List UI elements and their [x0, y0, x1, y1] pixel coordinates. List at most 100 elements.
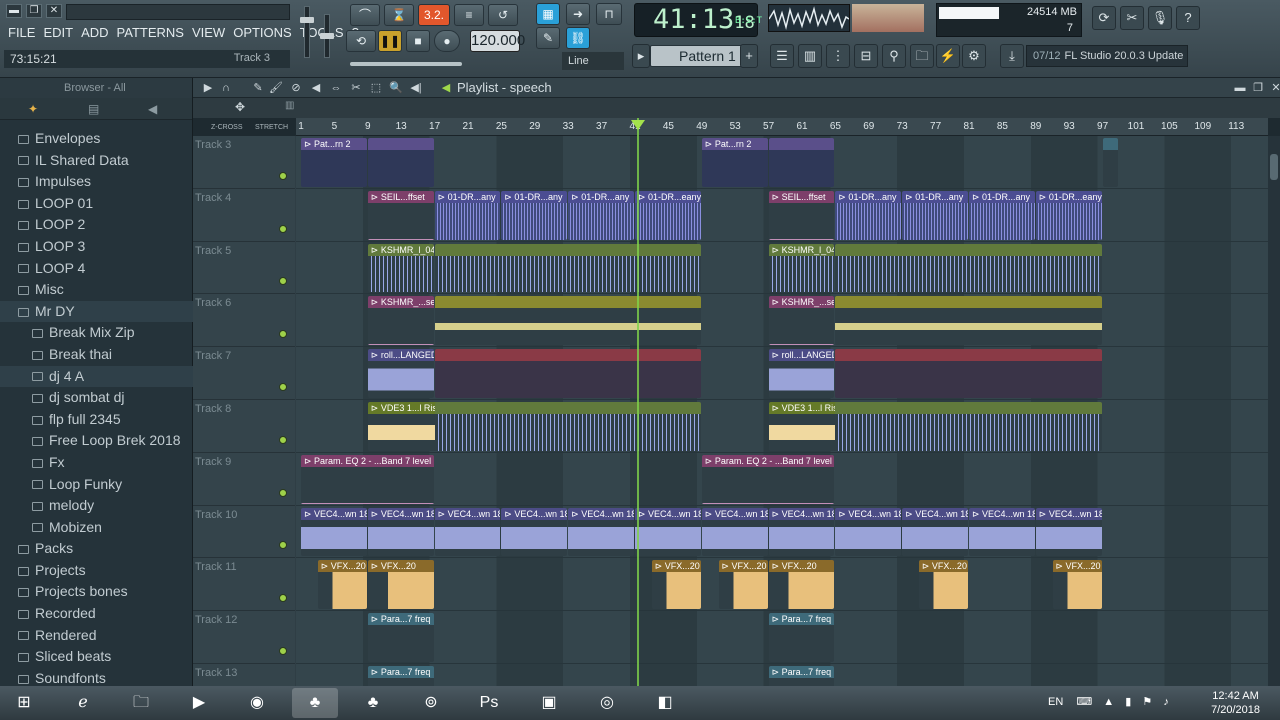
playlist-clip[interactable]: ⊳ VFX...20 — [768, 560, 835, 610]
blend-button[interactable]: ≡ — [454, 4, 484, 26]
playlist-clip[interactable]: ⊳ Para...7 freq — [367, 613, 434, 662]
playlist-clip[interactable]: ⊳ VDE3 1...l Riser — [367, 402, 442, 451]
swing-slider[interactable] — [350, 62, 462, 66]
track-mute-led[interactable] — [279, 171, 287, 180]
playlist-clip[interactable]: ⊳ KSHMR_...set — [367, 296, 434, 346]
playlist-clip[interactable]: ⊳ VEC4...wn 18 — [367, 507, 434, 557]
vertical-scrollbar[interactable] — [1268, 136, 1280, 686]
playlist-clip[interactable]: ⊳ KSHMR_l_04 — [768, 243, 835, 293]
playlist-clip[interactable]: ⊳ VFX...20 — [918, 560, 968, 610]
playlist-clip[interactable]: ⊳ VEC4...wn 18 — [501, 507, 568, 557]
track-mute-led[interactable] — [279, 382, 287, 391]
playlist-clip[interactable]: ⊳ VEC4...wn 18 — [301, 507, 367, 557]
playlist-clip[interactable] — [434, 243, 701, 293]
start-icon[interactable]: ⊞ — [4, 688, 44, 718]
paint-icon[interactable]: 🖌 — [269, 81, 283, 95]
browser-item[interactable]: Rendered — [0, 625, 193, 647]
track-header[interactable]: Track 8 — [193, 400, 295, 453]
clock[interactable]: 12:42 AM 7/20/2018 — [1211, 689, 1260, 717]
scroll-thumb[interactable] — [1270, 154, 1278, 180]
volume-icon[interactable]: ♪ — [1163, 696, 1169, 708]
project-info-icon[interactable]: ⚙ — [962, 44, 986, 68]
playlist-clip[interactable]: ⊳ roll...LANGED — [768, 349, 835, 398]
browser-item[interactable]: Mobizen — [0, 517, 193, 539]
restore-icon[interactable]: ❐ — [26, 4, 42, 18]
channel-rack-icon[interactable]: ⋮ — [826, 44, 850, 68]
playlist-clip[interactable]: ⊳ SEIL...ffset — [768, 190, 835, 240]
browser-item[interactable]: LOOP 01 — [0, 193, 193, 215]
countdown-button[interactable]: 3.2. — [418, 4, 450, 26]
plugin-icon[interactable]: ⚡ — [936, 44, 960, 68]
mode-button[interactable]: ⟲ — [346, 30, 376, 52]
playhead-marker[interactable] — [631, 120, 645, 130]
browser-item[interactable]: melody — [0, 495, 193, 517]
browser-item[interactable]: Envelopes — [0, 128, 193, 150]
playlist-clip[interactable]: ⊳ 01-DR...eany — [635, 190, 701, 240]
browser-item[interactable]: LOOP 2 — [0, 214, 193, 236]
keyboard-icon[interactable]: ⌨ — [1076, 696, 1092, 708]
playlist-icon[interactable]: ☰ — [770, 44, 794, 68]
flstudio2-icon[interactable]: ♣ — [350, 688, 396, 718]
download-icon[interactable]: ⤓ — [1000, 44, 1024, 68]
playlist-clip[interactable]: ⊳ VFX...20 — [651, 560, 701, 610]
browser-item[interactable]: Recorded — [0, 603, 193, 625]
playlist-clip[interactable]: ⊳ Para...7 freq — [768, 613, 835, 662]
pl-close-icon[interactable]: ✕ — [1269, 81, 1280, 95]
playlist-clip[interactable] — [835, 296, 1102, 346]
select-icon[interactable]: ⬚ — [369, 81, 383, 95]
playlist-clip[interactable]: ⊳ VFX...20 — [367, 560, 434, 610]
track-mute-led[interactable] — [279, 594, 287, 603]
step-button[interactable]: ➜ — [566, 3, 590, 25]
wait-button[interactable]: ⌛ — [384, 4, 414, 26]
menu-options[interactable]: OPTIONS — [229, 24, 296, 41]
snap-button[interactable]: ▦ — [536, 3, 560, 25]
metronome-button[interactable]: ⌒ — [350, 4, 380, 26]
brush-button[interactable]: ✎ — [536, 27, 560, 49]
track-header[interactable]: Track 7 — [193, 347, 295, 400]
refresh-icon[interactable]: ⟳ — [1092, 6, 1116, 30]
record-button[interactable]: ● — [434, 30, 460, 52]
news-ticker[interactable]: 07/12 FL Studio 20.0.3 Update — [1026, 45, 1188, 67]
playlist-clip[interactable]: ⊳ VEC4...wn 18 — [835, 507, 902, 557]
master-pitch-slider[interactable] — [320, 14, 334, 58]
browser-item[interactable]: LOOP 4 — [0, 258, 193, 280]
browser-item[interactable]: Break thai — [0, 344, 193, 366]
ie-icon[interactable]: ℯ — [60, 688, 106, 718]
tempo-display[interactable]: 120.000 — [470, 30, 525, 52]
track-mode-icon[interactable]: ✥ — [235, 100, 245, 114]
playlist-clip[interactable]: ⊳ VEC4...wn 18 — [768, 507, 835, 557]
playlist-clip[interactable]: ⊳ Param. EQ 2 - ...Band 7 level — [301, 454, 434, 504]
playlist-clip[interactable] — [835, 402, 1102, 451]
language-indicator[interactable]: EN — [1048, 696, 1063, 708]
playlist-clip[interactable]: ⊳ 01-DR...any — [568, 190, 634, 240]
playlist-clip[interactable]: ⊳ VEC4...wn 18 — [635, 507, 701, 557]
browser-star-icon[interactable]: ✦ — [28, 102, 38, 116]
track-mute-led[interactable] — [279, 435, 287, 444]
slip-icon[interactable]: ⇔ — [329, 81, 343, 95]
playlist-clip[interactable] — [434, 296, 701, 346]
minimize-icon[interactable]: ▬ — [6, 4, 22, 18]
recorder-icon[interactable]: ⊚ — [408, 688, 454, 718]
timeline-ruler[interactable]: 1 5 9 13 17 21 25 29 33 37 41 45 49 53 57 61 65 69 73 77 81 8… — [296, 118, 1268, 136]
cut-icon[interactable]: ✂ — [1120, 6, 1144, 30]
magnet-icon[interactable]: ∩ — [219, 81, 233, 95]
menu-file[interactable]: FILE — [4, 24, 39, 41]
playlist-clip[interactable]: ⊳ VFX...20 — [1052, 560, 1102, 610]
playlist-clip[interactable]: ⊳ 01-DR...any — [501, 190, 568, 240]
playlist-clip[interactable]: ⊳ VEC4...wn 18 — [969, 507, 1035, 557]
browser-item[interactable]: IL Shared Data — [0, 150, 193, 172]
piano-roll-icon[interactable]: ▥ — [798, 44, 822, 68]
playlist-clip[interactable] — [835, 349, 1102, 398]
explorer-icon[interactable]: 🗀 — [118, 688, 164, 718]
playlist-clip[interactable]: ⊳ 01-DR...any — [835, 190, 902, 240]
browser-item[interactable]: Loop Funky — [0, 474, 193, 496]
browser-item[interactable]: Impulses — [0, 171, 193, 193]
playlist-clip[interactable]: ⊳ VEC4...wn 18 — [1035, 507, 1102, 557]
browser-item[interactable]: Fx — [0, 452, 193, 474]
browser-item[interactable]: Packs — [0, 538, 193, 560]
playlist-clip[interactable]: ⊳ Para...7 freq — [367, 666, 434, 686]
track-mute-led[interactable] — [279, 541, 287, 550]
help-icon[interactable]: ? — [1176, 6, 1200, 30]
playlist-clip[interactable]: ⊳ SEIL...ffset — [367, 190, 434, 240]
paint-app-icon[interactable]: ▣ — [526, 688, 572, 718]
